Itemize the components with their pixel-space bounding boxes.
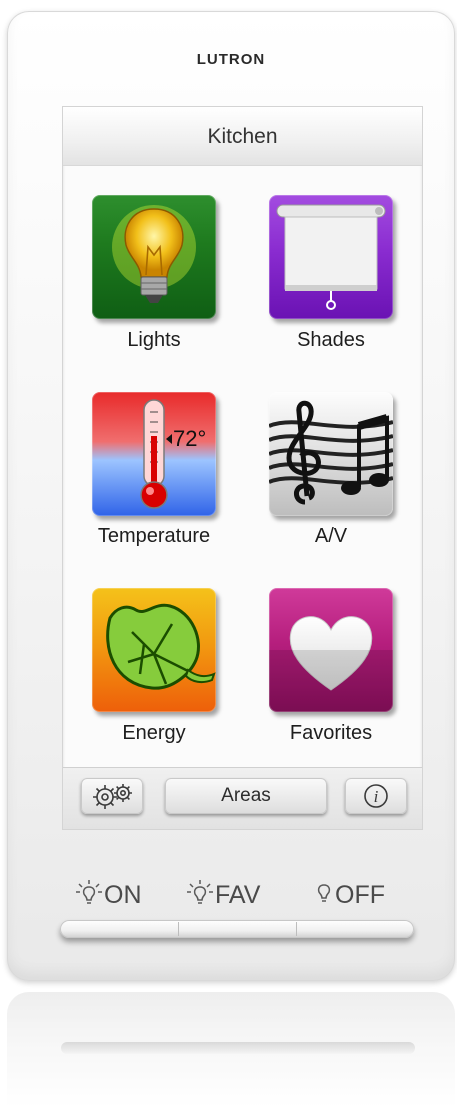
lights-button[interactable] — [92, 195, 216, 319]
off-hardware-button[interactable] — [297, 920, 414, 938]
info-icon: i — [364, 784, 388, 808]
shades-label: Shades — [297, 329, 365, 351]
heart-icon — [269, 616, 393, 712]
fav-hardware-button[interactable] — [179, 920, 296, 938]
device-reflection — [7, 992, 455, 1108]
lights-label: Lights — [127, 329, 181, 351]
av-button[interactable] — [269, 392, 393, 516]
window-shade-icon — [276, 204, 386, 310]
favorites-label: Favorites — [289, 722, 373, 744]
temperature-button[interactable]: 72° — [92, 392, 216, 516]
brand-logo: LUTRON — [196, 51, 266, 68]
page-title: Kitchen — [63, 107, 422, 166]
info-button[interactable]: i — [345, 778, 407, 814]
touchscreen: Kitchen Lights Shades 72° Temperature A/… — [62, 106, 423, 830]
keypad-device: LUTRON Kitchen Lights Shades 72° Tempera… — [7, 11, 455, 981]
bulb-fav-icon — [187, 880, 213, 904]
settings-button[interactable] — [81, 778, 143, 814]
hardware-rocker — [60, 920, 414, 938]
shades-button[interactable] — [269, 195, 393, 319]
bulb-on-icon — [76, 880, 102, 904]
hardware-button-labels: ON FAV OFF — [7, 879, 455, 915]
leaf-icon — [106, 603, 216, 690]
energy-label: Energy — [122, 722, 186, 744]
on-label: ON — [74, 879, 142, 910]
areas-button[interactable]: Areas — [165, 778, 327, 814]
favorites-button[interactable] — [269, 588, 393, 712]
fav-label: FAV — [185, 879, 260, 910]
svg-text:i: i — [374, 787, 379, 806]
lightbulb-icon — [112, 205, 196, 303]
reflected-rocker — [61, 1042, 415, 1054]
av-label: A/V — [314, 525, 348, 547]
off-label: OFF — [313, 879, 385, 910]
bottom-toolbar: Areas i — [63, 767, 422, 829]
gears-icon — [93, 783, 132, 809]
bulb-off-icon — [317, 884, 331, 902]
temperature-reading: 72° — [173, 426, 207, 451]
temperature-label: Temperature — [97, 525, 211, 547]
on-hardware-button[interactable] — [60, 920, 178, 938]
music-notes-icon — [269, 400, 393, 505]
thermometer-icon — [140, 399, 172, 509]
energy-button[interactable] — [92, 588, 216, 712]
